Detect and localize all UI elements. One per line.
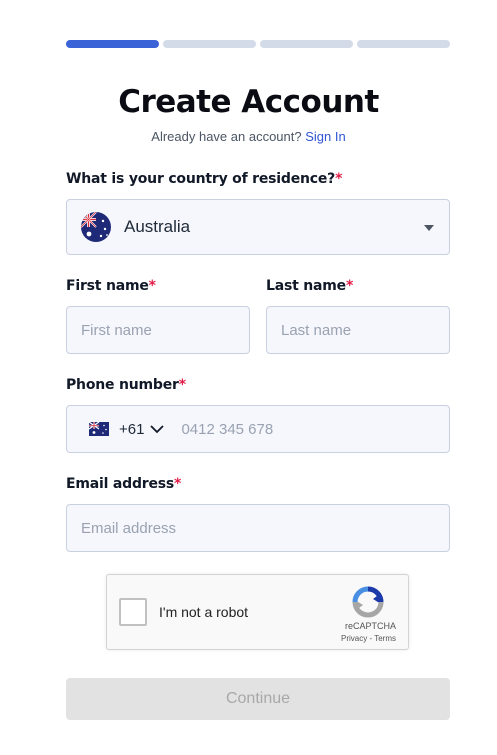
recaptcha-checkbox[interactable] [119,598,147,626]
email-label-text: Email address [66,476,175,492]
privacy-link[interactable]: Privacy [341,634,367,643]
required-marker: * [174,476,182,492]
required-marker: * [335,171,343,187]
progress-step-4 [357,40,450,48]
progress-step-2 [163,40,256,48]
required-marker: * [148,278,156,294]
page-title: Create Account [118,84,379,120]
terms-link[interactable]: Terms [374,634,396,643]
recaptcha-links: Privacy - Terms [341,634,396,643]
chevron-down-icon[interactable] [150,424,165,434]
required-marker: * [178,377,186,393]
progress-step-3 [260,40,353,48]
last-name-placeholder: Last name [281,321,352,339]
last-name-input[interactable]: Last name [266,306,450,354]
country-label: What is your country of residence?* [66,171,342,187]
phone-label: Phone number* [66,377,186,393]
email-placeholder: Email address [81,519,177,537]
first-name-label-text: First name [66,278,149,294]
dial-code[interactable]: +61 [119,421,144,438]
last-name-label-text: Last name [266,278,346,294]
recaptcha-widget: I'm not a robot reCAPTCHA Privacy - Term… [106,574,409,650]
country-select[interactable]: Australia [66,199,450,255]
country-value: Australia [124,217,191,236]
first-name-placeholder: First name [81,321,152,339]
last-name-label: Last name* [266,278,353,294]
email-label: Email address* [66,476,181,492]
continue-button[interactable]: Continue [66,678,450,720]
first-name-input[interactable]: First name [66,306,250,354]
phone-field[interactable]: +61 0412 345 678 [66,405,450,453]
progress-stepper [66,40,450,48]
required-marker: * [345,278,354,294]
recaptcha-brand: reCAPTCHA [344,621,396,631]
chevron-down-icon [424,225,434,231]
country-label-text: What is your country of residence? [66,171,336,187]
first-name-label: First name* [66,278,156,294]
recaptcha-logo-icon [352,586,384,618]
recaptcha-label: I'm not a robot [159,604,249,620]
progress-step-1 [66,40,159,48]
sign-in-prompt: Already have an account? Sign In [0,129,497,144]
australia-flag-icon[interactable] [88,421,109,436]
phone-label-text: Phone number [66,377,179,393]
sign-in-prompt-text: Already have an account? [151,129,302,144]
sign-in-link[interactable]: Sign In [305,129,345,144]
phone-placeholder: 0412 345 678 [181,420,274,438]
australia-flag-icon [81,212,111,242]
email-input[interactable]: Email address [66,504,450,552]
